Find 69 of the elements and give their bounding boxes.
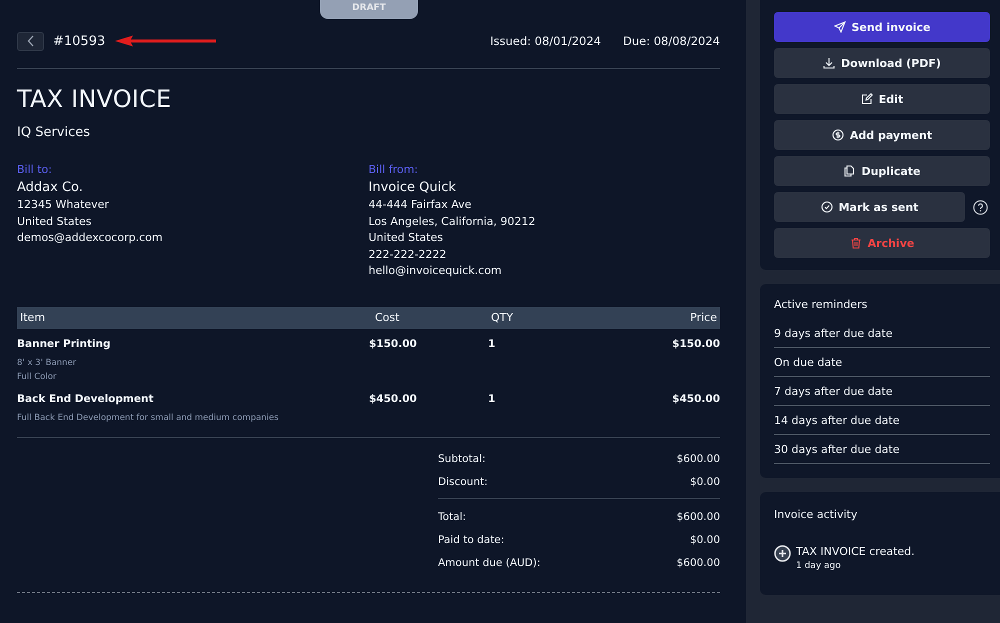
action-button[interactable]: Download (PDF) xyxy=(774,48,990,78)
item-qty: 1 xyxy=(488,338,496,350)
plus-circle-icon xyxy=(774,545,791,562)
item-name: Banner Printing xyxy=(17,338,112,350)
item-cost: $450.00 xyxy=(369,392,418,404)
trash-icon xyxy=(850,237,862,249)
reminder-item: 7 days after due date xyxy=(774,377,990,406)
item-note: Full Color xyxy=(17,370,58,384)
panel-title: Invoice activity xyxy=(774,508,858,523)
total-label: Subtotal: xyxy=(438,453,486,465)
activity-text: TAX INVOICE created. xyxy=(796,545,915,558)
send-icon xyxy=(834,21,846,33)
dollar-circle-icon xyxy=(832,129,844,141)
reminder-item: On due date xyxy=(774,348,990,377)
party-name: Invoice Quick xyxy=(368,180,457,196)
total-value: $0.00 xyxy=(690,476,720,488)
item-note: Full Back End Development for small and medium companies xyxy=(17,412,280,424)
address-line: 222-222-2222 xyxy=(368,246,448,262)
status-badge: DRAFT xyxy=(320,0,418,19)
action-button[interactable]: Send invoice xyxy=(774,12,990,42)
chevron-left-icon xyxy=(26,35,34,47)
total-label: Discount: xyxy=(438,476,488,488)
invoice-number: #10593 xyxy=(53,34,106,48)
item-cost: $150.00 xyxy=(369,338,418,350)
total-value: $0.00 xyxy=(690,534,720,546)
company-name: IQ Services xyxy=(17,125,92,140)
reminder-item: 14 days after due date xyxy=(774,406,990,435)
action-button[interactable]: Mark as sent xyxy=(774,192,965,222)
reminder-item: 30 days after due date xyxy=(774,435,990,464)
copy-icon xyxy=(843,165,856,177)
panel-title: Active reminders xyxy=(774,298,868,313)
column-header: Item xyxy=(20,311,46,324)
invoice-title: TAX INVOICE xyxy=(17,85,172,113)
address-line: 44-444 Fairfax Ave xyxy=(368,197,472,213)
total-label: Paid to date: xyxy=(438,534,504,546)
column-header: Cost xyxy=(375,311,400,324)
due-date: Due: 08/08/2024 xyxy=(622,34,720,48)
back-button[interactable] xyxy=(17,32,44,50)
help-icon[interactable] xyxy=(973,200,988,214)
action-button[interactable]: Duplicate xyxy=(774,156,990,186)
activity-time: 1 day ago xyxy=(796,561,842,571)
action-button[interactable]: Edit xyxy=(774,84,990,114)
address-line: 12345 Whatever xyxy=(17,197,110,213)
action-button[interactable]: Add payment xyxy=(774,120,990,150)
column-header: Price xyxy=(689,311,717,324)
party-label: Bill to: xyxy=(17,162,53,178)
address-line: United States xyxy=(368,230,444,246)
column-header: QTY xyxy=(491,311,514,324)
address-line: Los Angeles, California, 90212 xyxy=(368,214,536,230)
item-qty: 1 xyxy=(488,392,496,404)
address-line: United States xyxy=(17,214,92,230)
item-note: 8' x 3' Banner xyxy=(17,356,78,370)
edit-icon xyxy=(860,93,873,105)
total-label: Amount due (AUD): xyxy=(438,557,540,569)
party-name: Addax Co. xyxy=(17,180,84,196)
total-label: Total: xyxy=(438,511,466,523)
total-value: $600.00 xyxy=(676,557,720,569)
address-line: demos@addexcocorp.com xyxy=(17,230,164,246)
check-circle-icon xyxy=(820,201,833,213)
total-value: $600.00 xyxy=(676,511,720,523)
reminder-item: 9 days after due date xyxy=(774,319,990,348)
address-line: hello@invoicequick.com xyxy=(368,263,503,279)
issued-date: Issued: 08/01/2024 xyxy=(490,34,601,48)
item-price: $150.00 xyxy=(671,338,720,350)
item-price: $450.00 xyxy=(671,392,720,404)
item-name: Back End Development xyxy=(17,392,154,404)
download-icon xyxy=(823,57,836,69)
party-label: Bill from: xyxy=(368,162,420,178)
total-value: $600.00 xyxy=(676,453,720,465)
